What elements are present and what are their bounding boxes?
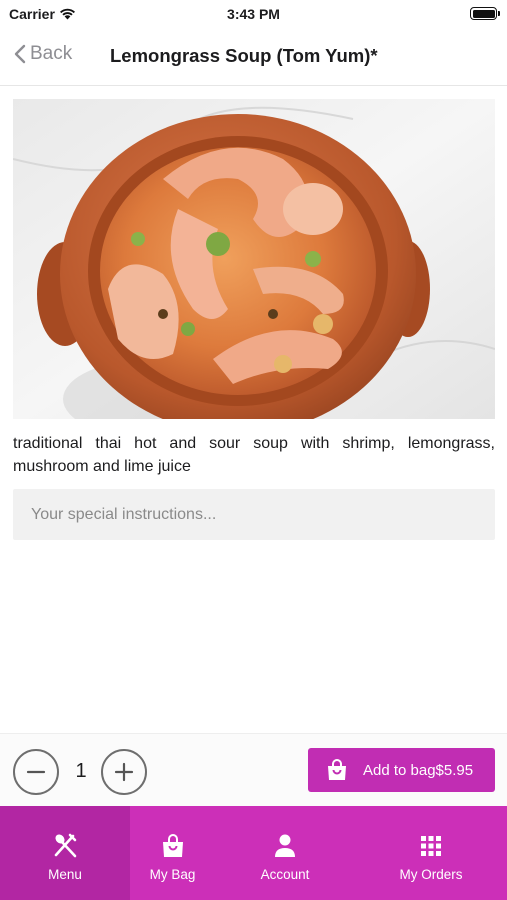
- navigation-bar: Back Lemongrass Soup (Tom Yum)*: [0, 26, 507, 86]
- minus-icon: [26, 770, 46, 774]
- tab-label: My Bag: [149, 867, 196, 882]
- person-icon: [275, 834, 295, 857]
- grid-icon: [421, 836, 441, 856]
- add-to-bag-label: Add to bag$5.95: [363, 761, 474, 779]
- tab-account[interactable]: Account: [215, 806, 355, 900]
- tab-my-bag[interactable]: My Bag: [130, 806, 215, 900]
- order-bar: 1 Add to bag$5.95: [0, 733, 507, 806]
- battery-icon: [470, 7, 500, 20]
- page-title: Lemongrass Soup (Tom Yum)*: [110, 45, 378, 66]
- tab-menu[interactable]: Menu: [0, 806, 130, 900]
- back-button[interactable]: Back: [14, 43, 72, 65]
- tab-label: Account: [260, 867, 310, 882]
- increase-quantity-button[interactable]: [101, 749, 147, 795]
- special-instructions-input[interactable]: [13, 489, 495, 540]
- decrease-quantity-button[interactable]: [13, 749, 59, 795]
- dish-description: traditional thai hot and sour soup with …: [13, 435, 495, 475]
- tab-label: Menu: [48, 867, 82, 882]
- add-to-bag-button[interactable]: Add to bag$5.95: [308, 748, 495, 792]
- tab-my-orders[interactable]: My Orders: [355, 806, 507, 900]
- chevron-left-icon: [14, 44, 26, 64]
- tab-bar: Menu My Bag Account My Orders: [0, 806, 507, 900]
- shopping-bag-icon: [162, 834, 183, 857]
- status-time: 3:43 PM: [227, 6, 280, 22]
- quantity-value: 1: [75, 760, 87, 782]
- tab-label: My Orders: [399, 867, 463, 882]
- status-bar: Carrier 3:43 PM: [0, 0, 507, 26]
- fork-spoon-icon: [54, 833, 77, 858]
- dish-photo: [13, 99, 495, 419]
- shopping-bag-icon: [328, 759, 346, 780]
- plus-icon: [114, 762, 134, 782]
- back-label: Back: [30, 43, 73, 64]
